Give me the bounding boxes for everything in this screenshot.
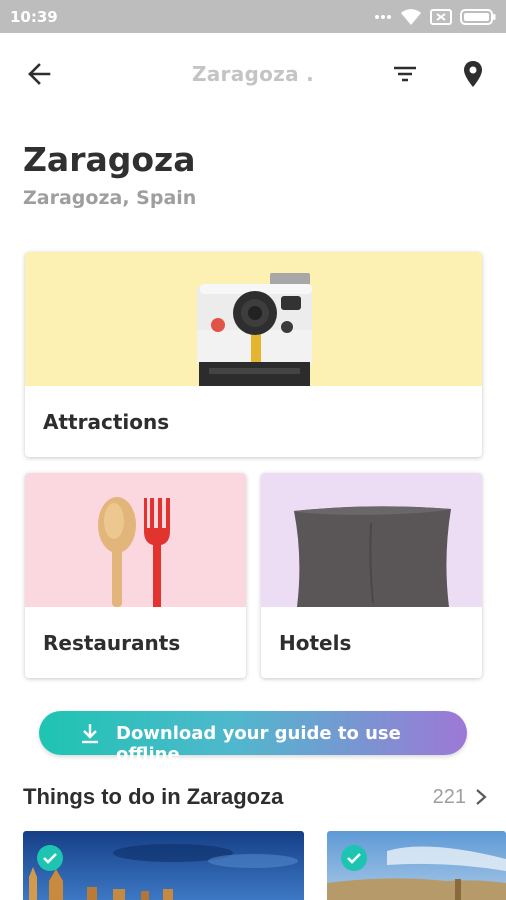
see-all-link[interactable]: 221	[433, 782, 488, 812]
things-count: 221	[432, 785, 466, 808]
visited-check-icon	[37, 845, 63, 871]
status-time: 10:39	[10, 8, 58, 26]
status-icons	[374, 7, 496, 27]
page-subtitle: Zaragoza, Spain	[23, 187, 197, 209]
status-bar: 10:39	[0, 0, 506, 33]
location-button[interactable]	[456, 57, 490, 91]
filter-button[interactable]	[388, 57, 422, 91]
restaurants-image	[25, 473, 246, 607]
battery-icon	[460, 9, 496, 25]
category-card-hotels[interactable]: Hotels	[261, 473, 482, 678]
attractions-image	[25, 252, 482, 386]
download-guide-label: Download your guide to use offline	[116, 723, 401, 765]
app-bar: Zaragoza .	[0, 33, 506, 115]
sim-icon	[430, 9, 452, 25]
page-title: Zaragoza	[23, 140, 196, 179]
activity-thumbnail[interactable]	[23, 831, 304, 900]
filter-icon	[394, 66, 416, 82]
activity-thumbnail[interactable]	[327, 831, 506, 900]
dots-icon	[375, 15, 391, 19]
category-label: Attractions	[43, 410, 170, 434]
category-label: Hotels	[279, 631, 352, 655]
download-icon	[82, 724, 98, 744]
category-label: Restaurants	[43, 631, 181, 655]
pillow-icon	[294, 506, 451, 607]
visited-check-icon	[341, 845, 367, 871]
category-card-restaurants[interactable]: Restaurants	[25, 473, 246, 678]
hotels-image	[261, 473, 482, 607]
location-pin-icon	[464, 61, 482, 87]
cutlery-icon	[98, 497, 170, 607]
download-guide-button[interactable]: Download your guide to use offline	[39, 711, 467, 765]
camera-icon	[197, 273, 312, 386]
section-title: Things to do in Zaragoza	[23, 784, 284, 809]
app-bar-title: Zaragoza .	[191, 62, 315, 86]
cathedral-photo	[23, 831, 304, 900]
wifi-icon	[401, 9, 421, 25]
chevron-right-icon	[476, 789, 487, 805]
category-card-attractions[interactable]: Attractions	[25, 252, 482, 457]
